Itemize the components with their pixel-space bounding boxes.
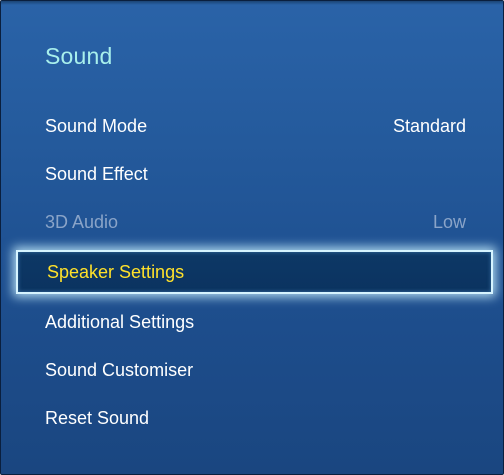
menu-item-label: Speaker Settings [47,262,185,282]
menu-item-value: Standard [392,116,466,136]
menu-item-label: Sound Mode [45,116,148,136]
menu-item-label: Reset Sound [45,408,150,428]
menu-item-label: Sound Effect [45,164,148,184]
menu-item-reset-sound[interactable]: Reset Sound [1,394,503,442]
menu-item-label: Sound Customiser [45,360,194,380]
menu-item-3d-audio: 3D Audio Low [1,198,503,246]
menu-item-additional-settings[interactable]: Additional Settings [1,298,503,346]
menu-item-value: Low [432,212,466,232]
menu-item-sound-customiser[interactable]: Sound Customiser [1,346,503,394]
menu-title: Sound [45,43,113,69]
menu-list: Sound Mode Standard Sound Effect 3D Audi… [1,102,503,442]
sound-menu-panel: Sound Sound Mode Standard Sound Effect 3… [0,0,504,475]
menu-item-speaker-settings[interactable]: Speaker Settings [16,250,493,294]
menu-item-sound-effect[interactable]: Sound Effect [1,150,503,198]
menu-item-label: Additional Settings [45,312,195,332]
menu-item-sound-mode[interactable]: Sound Mode Standard [1,102,503,150]
menu-item-label: 3D Audio [45,212,119,232]
